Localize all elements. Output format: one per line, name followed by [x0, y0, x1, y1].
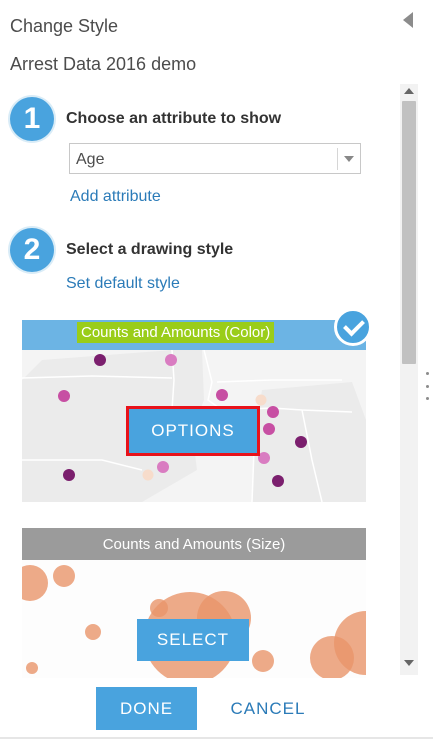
done-button[interactable]: DONE — [96, 687, 197, 730]
options-button[interactable]: OPTIONS — [126, 406, 260, 456]
style-card-title: Counts and Amounts (Size) — [102, 536, 286, 553]
step-1-badge: 1 — [10, 97, 54, 141]
attribute-select-value: Age — [76, 151, 105, 168]
scrollbar-thumb[interactable] — [402, 101, 416, 364]
collapse-panel-icon[interactable] — [403, 12, 413, 28]
scroll-up-arrow-icon[interactable] — [404, 88, 414, 94]
chevron-down-icon[interactable] — [344, 156, 354, 162]
select-button[interactable]: SELECT — [137, 619, 249, 661]
attribute-select[interactable]: Age — [69, 143, 361, 174]
resize-grip-icon[interactable] — [425, 372, 429, 400]
set-default-style-link[interactable]: Set default style — [66, 275, 180, 293]
add-attribute-link[interactable]: Add attribute — [70, 188, 161, 206]
panel-title: Change Style — [10, 16, 119, 36]
cancel-button[interactable]: CANCEL — [214, 687, 322, 730]
selected-check-icon — [334, 308, 372, 346]
layer-name: Arrest Data 2016 demo — [10, 54, 197, 74]
scroll-down-arrow-icon[interactable] — [404, 660, 414, 666]
style-card-title: Counts and Amounts (Color) — [77, 322, 275, 343]
step-2-label: Select a drawing style — [66, 241, 234, 258]
step-1-label: Choose an attribute to show — [66, 110, 282, 127]
select-divider — [337, 148, 338, 170]
step-2-badge: 2 — [10, 228, 54, 272]
